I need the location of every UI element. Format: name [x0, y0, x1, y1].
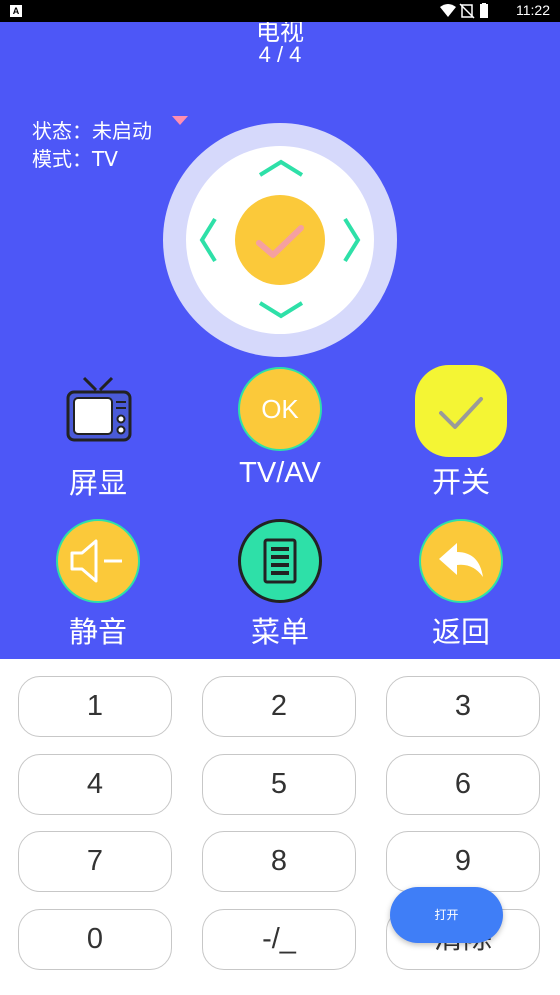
dpad	[163, 123, 397, 357]
battery-icon	[480, 4, 488, 18]
power-button[interactable]: 开关	[381, 365, 541, 501]
key-3[interactable]: 3	[386, 676, 540, 737]
key-2[interactable]: 2	[202, 676, 356, 737]
screen-display-button[interactable]: 屏显	[18, 370, 178, 502]
left-arrow-button[interactable]	[199, 217, 217, 263]
power-tile	[415, 365, 507, 457]
screen-display-label: 屏显	[68, 466, 127, 500]
mute-button[interactable]: 静音	[18, 519, 178, 651]
key-5[interactable]: 5	[202, 754, 356, 815]
document-icon	[263, 538, 297, 584]
menu-circle	[238, 519, 322, 603]
mute-label: 静音	[68, 615, 127, 649]
ok-circle: OK	[238, 367, 322, 451]
device-mode: 模式：TV	[32, 147, 118, 171]
reply-arrow-icon	[439, 543, 483, 577]
app-notification-icon: A	[10, 5, 22, 17]
mute-circle	[56, 519, 140, 603]
dropdown-arrow-icon[interactable]	[172, 116, 188, 125]
clock: 11:22	[516, 2, 550, 18]
key-7[interactable]: 7	[18, 831, 172, 892]
back-label: 返回	[431, 615, 490, 649]
key-4[interactable]: 4	[18, 754, 172, 815]
remote-panel: 电视 4 / 4 状态：未启动 模式：TV 屏显 OK TV/AV 开关 静音 …	[0, 22, 560, 659]
tv-av-label: TV/AV	[239, 457, 321, 489]
right-arrow-button[interactable]	[343, 217, 361, 263]
back-circle	[419, 519, 503, 603]
tv-icon	[66, 376, 132, 442]
back-button[interactable]: 返回	[381, 519, 541, 651]
key-1[interactable]: 1	[18, 676, 172, 737]
check-icon	[439, 397, 483, 429]
speaker-mute-icon	[70, 539, 122, 583]
open-floating-button[interactable]: 打开	[390, 887, 503, 943]
key-6[interactable]: 6	[386, 754, 540, 815]
device-status: 状态：未启动 模式：TV	[32, 117, 152, 173]
up-arrow-button[interactable]	[258, 159, 304, 177]
system-status-icons	[440, 3, 488, 19]
power-label: 开关	[431, 465, 490, 499]
key-0[interactable]: 0	[18, 909, 172, 970]
down-arrow-button[interactable]	[258, 301, 304, 319]
key-9[interactable]: 9	[386, 831, 540, 892]
tv-av-button[interactable]: OK TV/AV	[200, 367, 360, 490]
dpad-center-ok-button[interactable]	[235, 195, 325, 285]
device-state: 状态：未启动	[32, 119, 152, 143]
check-icon	[256, 225, 304, 258]
key-8[interactable]: 8	[202, 831, 356, 892]
key-dash[interactable]: -/_	[202, 909, 356, 970]
menu-label: 菜单	[250, 615, 309, 649]
status-bar: A 11:22	[0, 0, 560, 22]
page-indicator: 4 / 4	[258, 42, 302, 67]
menu-button[interactable]: 菜单	[200, 519, 360, 651]
wifi-icon	[440, 4, 456, 17]
